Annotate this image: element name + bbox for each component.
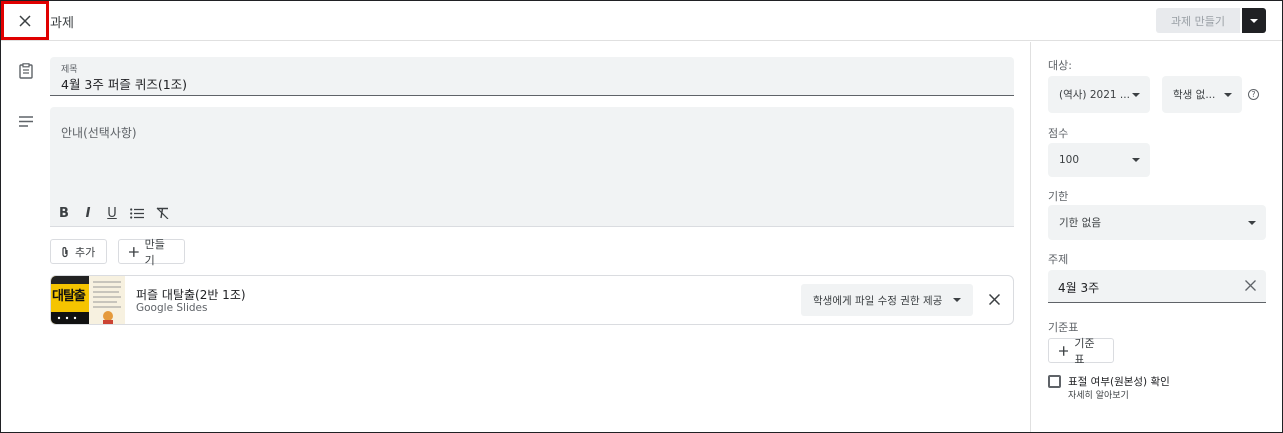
description-icon (16, 111, 36, 131)
chevron-down-icon (953, 298, 961, 302)
clear-formatting-icon (156, 207, 168, 219)
attachment-type: Google Slides (136, 302, 208, 314)
plus-icon (1059, 345, 1069, 356)
title-field-value: 4월 3주 퍼즐 퀴즈(1조) (61, 77, 188, 92)
originality-label: 표절 여부(원본성) 확인 (1068, 376, 1170, 388)
add-rubric-label: 기준표 (1074, 336, 1095, 366)
students-select[interactable]: 학생 없... (1162, 76, 1242, 113)
create-dropdown-button[interactable] (1242, 8, 1266, 33)
clear-formatting-button[interactable] (153, 205, 171, 221)
page-title: 과제 (50, 16, 74, 31)
paperclip-icon (62, 246, 68, 257)
for-label: 대상: (1048, 59, 1072, 72)
bold-button[interactable]: B (55, 205, 73, 221)
create-attachment-button[interactable]: 만들기 (118, 238, 185, 267)
points-select[interactable]: 100 (1048, 143, 1150, 177)
clear-topic-icon[interactable] (1245, 280, 1256, 291)
permission-select[interactable]: 학생에게 파일 수정 권한 제공 (801, 284, 973, 316)
students-select-value: 학생 없... (1173, 89, 1216, 101)
underline-button[interactable]: U (103, 205, 121, 221)
assignment-icon (16, 61, 36, 81)
topic-value: 4월 3주 (1058, 281, 1100, 295)
attachment-name: 퍼즐 대탈출(2반 1조) (136, 288, 246, 302)
close-icon (988, 293, 1000, 305)
chevron-down-icon (1132, 158, 1140, 162)
chevron-down-icon (1132, 93, 1140, 97)
points-select-value: 100 (1059, 154, 1080, 166)
remove-attachment-button[interactable] (985, 290, 1003, 308)
close-icon (19, 14, 31, 27)
bulleted-list-icon (130, 207, 144, 219)
italic-button[interactable]: I (79, 205, 97, 221)
due-select[interactable]: 기한 없음 (1048, 205, 1266, 240)
chevron-down-icon (1250, 18, 1258, 23)
due-label: 기한 (1048, 190, 1069, 203)
create-assignment-button[interactable]: 과제 만들기 (1156, 8, 1240, 33)
help-icon[interactable]: ? (1248, 89, 1259, 100)
add-attachment-label: 추가 (75, 245, 96, 259)
points-label: 점수 (1048, 127, 1069, 140)
class-select[interactable]: (역사) 2021 ... (1048, 76, 1150, 113)
chevron-down-icon (1248, 221, 1256, 225)
attachment-thumbnail: 대탈출 (51, 276, 125, 324)
panel-divider (1030, 42, 1031, 432)
title-field[interactable]: 제목 4월 3주 퍼즐 퀴즈(1조) (50, 57, 1014, 96)
originality-checkbox[interactable] (1048, 375, 1061, 388)
chevron-down-icon (1224, 93, 1232, 97)
class-select-value: (역사) 2021 ... (1059, 89, 1130, 101)
add-attachment-button[interactable]: 추가 (50, 239, 107, 264)
topic-field[interactable]: 4월 3주 (1048, 270, 1266, 303)
create-attachment-label: 만들기 (144, 237, 165, 267)
due-select-value: 기한 없음 (1059, 217, 1101, 229)
topic-label: 주제 (1048, 253, 1069, 266)
add-rubric-button[interactable]: 기준표 (1048, 337, 1114, 366)
close-button[interactable] (1, 1, 49, 40)
plus-icon (129, 246, 139, 257)
attachment-card[interactable]: 대탈출 퍼즐 대탈출(2반 1조) Google Slides 학생에게 파일 … (50, 275, 1014, 325)
learn-more-link[interactable]: 자세히 알아보기 (1068, 388, 1129, 401)
description-placeholder: 안내(선택사항) (61, 126, 137, 140)
bulleted-list-button[interactable] (128, 205, 146, 221)
rubric-label: 기준표 (1048, 321, 1079, 334)
description-field[interactable]: 안내(선택사항) B I U (50, 107, 1014, 227)
thumbnail-title-text: 대탈출 (52, 289, 86, 304)
top-bar (1, 1, 1282, 41)
permission-value: 학생에게 파일 수정 권한 제공 (813, 294, 943, 307)
